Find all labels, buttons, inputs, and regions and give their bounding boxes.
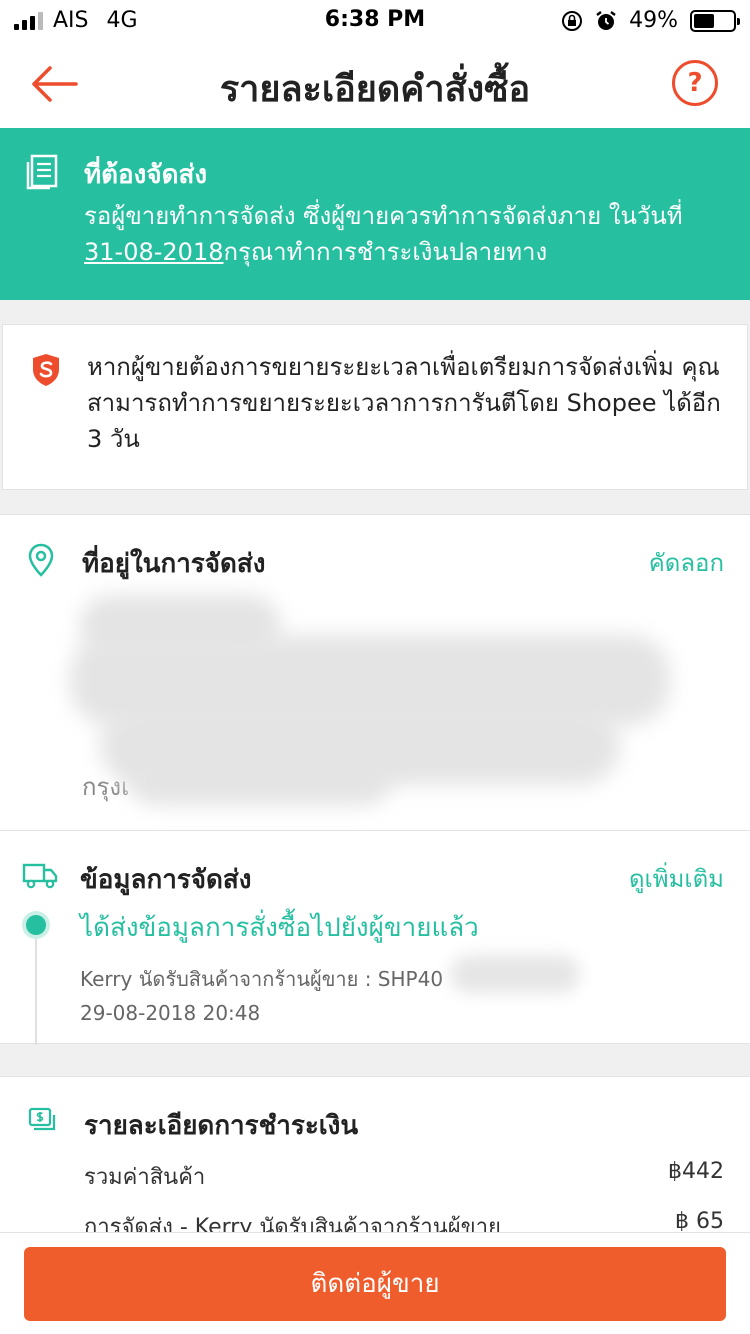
status-bar: AIS 4G 6:38 PM 49% [0,0,750,40]
help-icon[interactable]: ? [672,60,718,106]
redacted-tracking [450,955,580,993]
shipping-detail: Kerry นัดรับสินค้าจากร้านผู้ขาย : SHP40 [80,967,444,991]
orientation-lock-icon [562,10,583,31]
money-icon [28,1107,56,1131]
location-pin-icon [28,543,54,577]
subtotal-label: รวมค่าสินค้า [84,1165,206,1190]
payment-row-subtotal: รวมค่าสินค้า ฿442 [84,1159,724,1194]
banner-text-main: รอผู้ขายทำการจัดส่ง ซึ่งผู้ขายควรทำการจั… [84,202,683,230]
ship-by-date: 31-08-2018 [84,238,224,266]
shopee-guarantee-icon [33,354,59,386]
copy-address-link[interactable]: คัดลอก [649,543,724,582]
order-status-banner: ที่ต้องจัดส่ง รอผู้ขายทำการจัดส่ง ซึ่งผู… [0,128,750,300]
shipping-timestamp: 29-08-2018 20:48 [80,1001,261,1025]
banner-title: ที่ต้องจัดส่ง [84,160,208,190]
battery-icon [690,9,740,32]
payment-details-section: รายละเอียดการชำระเงิน รวมค่าสินค้า ฿442 … [0,1076,750,1240]
shipping-status: ได้ส่งข้อมูลการสั่งซื้อไปยังผู้ขายแล้ว [80,913,479,943]
guarantee-text: หากผู้ขายต้องการขยายระยะเวลาเพื่อเตรียมก… [87,353,721,453]
shipping-info-section: ข้อมูลการจัดส่ง ดูเพิ่มเติม ได้ส่งข้อมูล… [0,830,750,1045]
guarantee-notice: หากผู้ขายต้องการขยายระยะเวลาเพื่อเตรียมก… [2,324,748,490]
contact-seller-button[interactable]: ติดต่อผู้ขาย [24,1247,726,1321]
shipping-title: ข้อมูลการจัดส่ง [80,865,252,895]
document-icon [26,154,58,190]
timeline-dot [26,915,46,935]
view-more-link[interactable]: ดูเพิ่มเติม [629,859,724,898]
shipping-address-section: ที่อยู่ในการจัดส่ง คัดลอก กรุงเ [0,514,750,832]
payment-title: รายละเอียดการชำระเงิน [84,1111,359,1141]
alarm-icon [596,10,616,30]
status-right: 49% [561,8,740,33]
subtotal-value: ฿442 [668,1159,724,1184]
timeline-line [35,939,37,1045]
banner-text: รอผู้ขายทำการจัดส่ง ซึ่งผู้ขายควรทำการจั… [84,198,724,270]
bottom-action-bar: ติดต่อผู้ขาย [0,1232,750,1334]
redacted-address [70,595,690,805]
nav-bar: รายละเอียดคำสั่งซื้อ ? [0,40,750,128]
banner-text-tail: กรุณาทำการชำระเงินปลายทาง [223,238,548,266]
page-title: รายละเอียดคำสั่งซื้อ [219,69,531,110]
address-title: ที่อยู่ในการจัดส่ง [82,549,266,579]
battery-percent: 49% [629,8,678,33]
truck-icon [22,863,58,889]
back-arrow-icon[interactable] [26,60,82,108]
